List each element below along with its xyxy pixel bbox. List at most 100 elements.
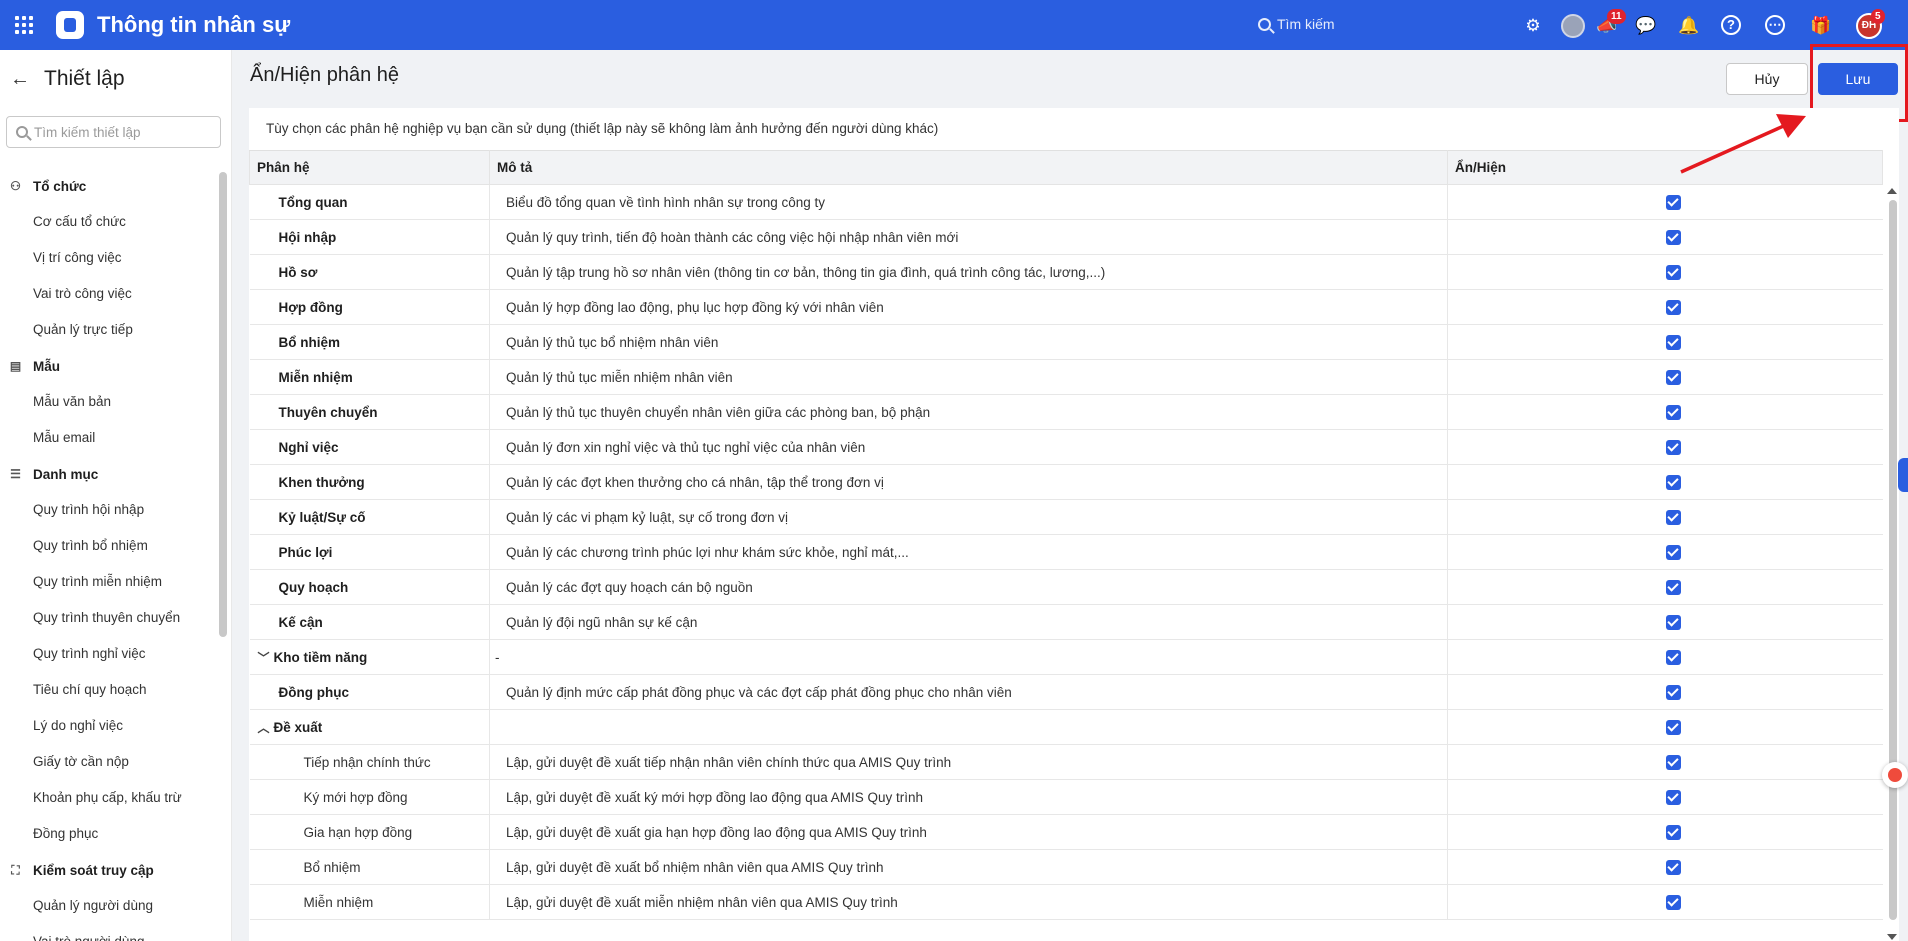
module-description: Biểu đồ tổng quan về tình hình nhân sự t… bbox=[489, 184, 1448, 220]
visibility-checkbox[interactable] bbox=[1665, 614, 1681, 630]
module-name: Gia hạn hợp đồng bbox=[303, 824, 413, 840]
sidebar-group-kiem-soat: ⛶ Kiểm soát truy cập bbox=[0, 852, 220, 888]
top-bar: Thông tin nhân sự Tìm kiếm ⚙ 📣 11 💬 🔔 ? … bbox=[0, 0, 1908, 50]
module-name-cell: Tổng quan bbox=[249, 184, 490, 220]
sidebar-item[interactable]: Quy trình nghỉ việc bbox=[0, 636, 220, 672]
settings-sidebar: ← Thiết lập ⚇ Tổ chức Cơ cấu tổ chức Vị … bbox=[0, 50, 232, 941]
module-name: Thuyên chuyển bbox=[278, 404, 378, 420]
sidebar-item[interactable]: Vai trò công việc bbox=[0, 276, 220, 312]
column-header-visibility: Ẩn/Hiện bbox=[1447, 150, 1883, 185]
sidebar-item[interactable]: Mẫu văn bản bbox=[0, 384, 220, 420]
visibility-cell bbox=[1447, 814, 1883, 850]
module-name-cell: Hồ sơ bbox=[249, 254, 490, 290]
visibility-checkbox[interactable] bbox=[1665, 299, 1681, 315]
sidebar-item[interactable]: Vị trí công việc bbox=[0, 240, 220, 276]
visibility-checkbox[interactable] bbox=[1665, 579, 1681, 595]
visibility-checkbox[interactable] bbox=[1665, 544, 1681, 560]
bell-icon[interactable]: 🔔 bbox=[1678, 15, 1700, 37]
sidebar-item[interactable]: Vai trò người dùng bbox=[0, 924, 220, 941]
collapse-panel-tab[interactable] bbox=[1898, 458, 1908, 492]
sidebar-item[interactable]: Quy trình thuyên chuyển bbox=[0, 600, 220, 636]
table-row: Ký mới hợp đồng Lập, gửi duyệt đề xuất ký… bbox=[249, 779, 1883, 815]
visibility-checkbox[interactable] bbox=[1665, 649, 1681, 665]
sidebar-item[interactable]: Lý do nghỉ việc bbox=[0, 708, 220, 744]
table-scrollbar[interactable] bbox=[1889, 200, 1897, 920]
back-arrow-icon[interactable]: ← bbox=[10, 69, 30, 89]
table-row: Bổ nhiệm Quản lý thủ tục bổ nhiệm nhân vi… bbox=[249, 324, 1883, 360]
settings-search[interactable] bbox=[6, 116, 221, 148]
modules-card: Tùy chọn các phân hệ nghiệp vụ bạn cần s… bbox=[249, 108, 1899, 941]
module-description: Lập, gửi duyệt đề xuất gia hạn hợp đồng … bbox=[489, 814, 1448, 850]
chevron-down-icon[interactable]: ﹀ bbox=[258, 649, 274, 666]
more-icon[interactable]: ⋯ bbox=[1765, 15, 1787, 37]
global-search[interactable]: Tìm kiếm bbox=[1258, 16, 1335, 32]
help-icon[interactable]: ? bbox=[1721, 15, 1743, 37]
module-description: Quản lý các chương trình phúc lợi như kh… bbox=[489, 534, 1448, 570]
modules-table: Phân hệ Mô tả Ẩn/Hiện Tổng quan Biểu đồ t… bbox=[249, 150, 1883, 920]
chat-icon[interactable]: 💬 bbox=[1635, 15, 1657, 37]
sidebar-scrollbar[interactable] bbox=[219, 172, 227, 637]
visibility-checkbox[interactable] bbox=[1665, 684, 1681, 700]
sidebar-item[interactable]: Giấy tờ cần nộp bbox=[0, 744, 220, 780]
visibility-cell bbox=[1447, 709, 1883, 745]
module-name-cell: Miễn nhiệm bbox=[249, 359, 490, 395]
scroll-up-icon[interactable] bbox=[1887, 188, 1897, 194]
module-name: Phúc lợi bbox=[278, 544, 333, 560]
table-row: Hợp đồng Quản lý hợp đồng lao động, phụ l… bbox=[249, 289, 1883, 325]
gear-icon[interactable]: ⚙ bbox=[1522, 15, 1544, 37]
module-name-cell: Gia hạn hợp đồng bbox=[249, 814, 490, 850]
sidebar-item[interactable]: Quản lý người dùng bbox=[0, 888, 220, 924]
visibility-checkbox[interactable] bbox=[1665, 754, 1681, 770]
scroll-down-icon[interactable] bbox=[1887, 934, 1897, 940]
visibility-checkbox[interactable] bbox=[1665, 824, 1681, 840]
sidebar-item[interactable]: Cơ cấu tổ chức bbox=[0, 204, 220, 240]
visibility-checkbox[interactable] bbox=[1665, 404, 1681, 420]
visibility-checkbox[interactable] bbox=[1665, 369, 1681, 385]
cancel-button[interactable]: Hủy bbox=[1726, 63, 1808, 95]
visibility-cell bbox=[1447, 849, 1883, 885]
module-description bbox=[489, 709, 1448, 745]
sidebar-item[interactable]: Quy trình hội nhập bbox=[0, 492, 220, 528]
visibility-checkbox[interactable] bbox=[1665, 894, 1681, 910]
sidebar-title: Thiết lập bbox=[44, 67, 125, 90]
sidebar-item[interactable]: Quản lý trực tiếp bbox=[0, 312, 220, 348]
sidebar-item[interactable]: Tiêu chí quy hoạch bbox=[0, 672, 220, 708]
visibility-checkbox[interactable] bbox=[1665, 719, 1681, 735]
module-name-cell[interactable]: ︿ Đề xuất bbox=[249, 709, 490, 745]
module-name: Tiếp nhận chính thức bbox=[303, 754, 431, 770]
visibility-cell bbox=[1447, 254, 1883, 290]
module-name: Hợp đồng bbox=[278, 299, 343, 315]
settings-search-input[interactable] bbox=[34, 124, 214, 140]
sidebar-item[interactable]: Đồng phục bbox=[0, 816, 220, 852]
visibility-checkbox[interactable] bbox=[1665, 474, 1681, 490]
module-description: Quản lý định mức cấp phát đồng phục và c… bbox=[489, 674, 1448, 710]
module-name: Hồ sơ bbox=[278, 264, 318, 280]
module-name: Kế cận bbox=[278, 614, 323, 630]
app-grid-icon[interactable] bbox=[15, 16, 33, 34]
sidebar-group-to-chuc: ⚇ Tổ chức bbox=[0, 168, 220, 204]
visibility-checkbox[interactable] bbox=[1665, 509, 1681, 525]
profile-picture-icon[interactable] bbox=[1561, 14, 1585, 38]
assistant-icon[interactable] bbox=[1882, 762, 1908, 788]
sidebar-nav: ⚇ Tổ chức Cơ cấu tổ chức Vị trí công việ… bbox=[0, 168, 220, 941]
module-name-cell: Ký mới hợp đồng bbox=[249, 779, 490, 815]
visibility-checkbox[interactable] bbox=[1665, 229, 1681, 245]
visibility-checkbox[interactable] bbox=[1665, 439, 1681, 455]
visibility-checkbox[interactable] bbox=[1665, 859, 1681, 875]
sidebar-item[interactable]: Mẫu email bbox=[0, 420, 220, 456]
sidebar-item[interactable]: Quy trình miễn nhiệm bbox=[0, 564, 220, 600]
chevron-up-icon[interactable]: ︿ bbox=[258, 719, 274, 736]
sidebar-group-danh-muc: ☰ Danh mục bbox=[0, 456, 220, 492]
module-name-cell[interactable]: ﹀ Kho tiềm năng bbox=[249, 639, 490, 675]
gift-icon[interactable]: 🎁 bbox=[1810, 15, 1832, 37]
table-row: ﹀ Kho tiềm năng - bbox=[249, 639, 1883, 675]
module-description: Quản lý đội ngũ nhân sự kế cận bbox=[489, 604, 1448, 640]
table-row: Hội nhập Quản lý quy trình, tiến độ hoàn … bbox=[249, 219, 1883, 255]
visibility-checkbox[interactable] bbox=[1665, 264, 1681, 280]
visibility-checkbox[interactable] bbox=[1665, 194, 1681, 210]
sidebar-item[interactable]: Khoản phụ cấp, khấu trừ bbox=[0, 780, 220, 816]
sidebar-item[interactable]: Quy trình bổ nhiệm bbox=[0, 528, 220, 564]
visibility-checkbox[interactable] bbox=[1665, 334, 1681, 350]
module-description: Quản lý các đợt khen thưởng cho cá nhân,… bbox=[489, 464, 1448, 500]
visibility-checkbox[interactable] bbox=[1665, 789, 1681, 805]
